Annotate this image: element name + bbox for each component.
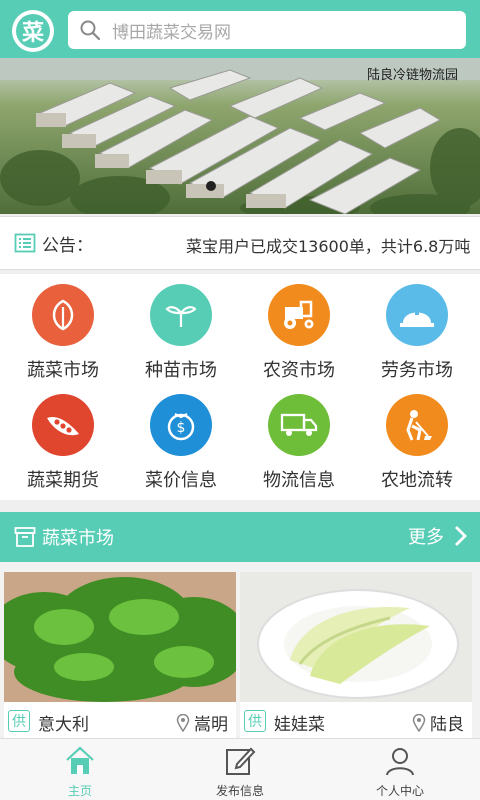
location-pin-icon (176, 713, 190, 732)
announcement-label: 公告： (42, 235, 93, 256)
user-icon (386, 748, 414, 776)
truck-icon (268, 394, 330, 456)
product-list: 供 意大利 嵩明 供 娃娃菜 陆良 (0, 562, 480, 738)
announcement-text: 菜宝用户已成交13600单，共计6.8万吨 (186, 237, 471, 256)
section-title: 蔬菜市场 (42, 528, 114, 549)
worker-shovel-icon (386, 394, 448, 456)
service-label: 蔬菜期货 (27, 470, 99, 491)
service-label: 劳务市场 (381, 360, 453, 381)
nav-label: 个人中心 (375, 784, 424, 798)
service-vegetable-market[interactable]: 蔬菜市场 (2, 276, 122, 386)
helmet-icon (386, 284, 448, 346)
service-price-info[interactable]: $ 菜价信息 (120, 386, 240, 496)
nav-publish[interactable]: 发布信息 (160, 739, 320, 800)
app-logo[interactable]: 菜 (12, 10, 54, 52)
service-label: 种苗市场 (145, 360, 217, 381)
service-vegetable-futures[interactable]: 蔬菜期货 (2, 386, 122, 496)
product-card[interactable]: 供 娃娃菜 陆良 (240, 572, 472, 738)
nav-label: 发布信息 (215, 784, 264, 798)
service-grid: 蔬菜市场 种苗市场 农资市场 劳务市场 蔬菜期货 $ 菜价信息 物流信息 农地流… (0, 274, 480, 500)
home-icon (66, 746, 94, 774)
product-card[interactable]: 供 意大利 嵩明 (4, 572, 236, 738)
service-logistics-info[interactable]: 物流信息 (238, 386, 358, 496)
nav-profile[interactable]: 个人中心 (320, 739, 480, 800)
location-name: 陆良 (430, 715, 464, 735)
service-agri-supplies-market[interactable]: 农资市场 (238, 276, 358, 386)
bottom-navigation: 主页 发布信息 个人中心 (0, 738, 480, 800)
search-bar[interactable]: 博田蔬菜交易网 (68, 11, 466, 49)
service-label: 蔬菜市场 (27, 360, 99, 381)
tractor-icon (268, 284, 330, 346)
service-land-transfer[interactable]: 农地流转 (356, 386, 476, 496)
chevron-right-icon (455, 526, 467, 546)
location-pin-icon (412, 713, 426, 732)
announcement-bar[interactable]: 公告： 菜宝用户已成交13600单，共计6.8万吨 (0, 216, 480, 270)
search-icon (80, 20, 101, 41)
app-root: 菜 博田蔬菜交易网 陆良冷链物流园 公告： 菜宝用户已成交13600单，共计6.… (0, 0, 480, 800)
product-location: 嵩明 (176, 710, 228, 735)
product-image-lettuce (4, 572, 236, 702)
banner-carousel[interactable]: 陆良冷链物流园 (0, 58, 480, 214)
service-label: 农地流转 (381, 470, 453, 491)
service-label: 物流信息 (263, 470, 335, 491)
peapod-icon (32, 394, 94, 456)
carousel-indicator[interactable] (206, 181, 216, 191)
top-bar: 菜 博田蔬菜交易网 (0, 0, 480, 62)
supply-tag: 供 (8, 710, 30, 732)
product-location: 陆良 (412, 710, 464, 735)
service-seedling-market[interactable]: 种苗市场 (120, 276, 240, 386)
list-icon (14, 233, 36, 253)
logo-mark: 菜 (16, 14, 50, 48)
nav-label: 主页 (67, 784, 92, 798)
product-name: 娃娃菜 (274, 715, 325, 735)
location-name: 嵩明 (194, 715, 228, 735)
svg-text:$: $ (177, 420, 186, 436)
banner-caption: 陆良冷链物流园 (366, 68, 458, 83)
service-label: 菜价信息 (145, 470, 217, 491)
service-label: 农资市场 (263, 360, 335, 381)
edit-icon (226, 747, 256, 775)
search-placeholder: 博田蔬菜交易网 (112, 22, 231, 43)
price-tomato-icon: $ (150, 394, 212, 456)
section-header-vegetable-market: 蔬菜市场 更多 (0, 512, 480, 562)
box-icon (14, 527, 36, 547)
leaf-icon (32, 284, 94, 346)
service-labor-market[interactable]: 劳务市场 (356, 276, 476, 386)
product-image-baby-cabbage (240, 572, 472, 702)
sprout-icon (150, 284, 212, 346)
more-link[interactable]: 更多 (408, 523, 468, 549)
nav-home[interactable]: 主页 (0, 739, 160, 800)
supply-tag: 供 (244, 710, 266, 732)
more-label: 更多 (408, 527, 444, 548)
product-name: 意大利 (38, 715, 89, 735)
